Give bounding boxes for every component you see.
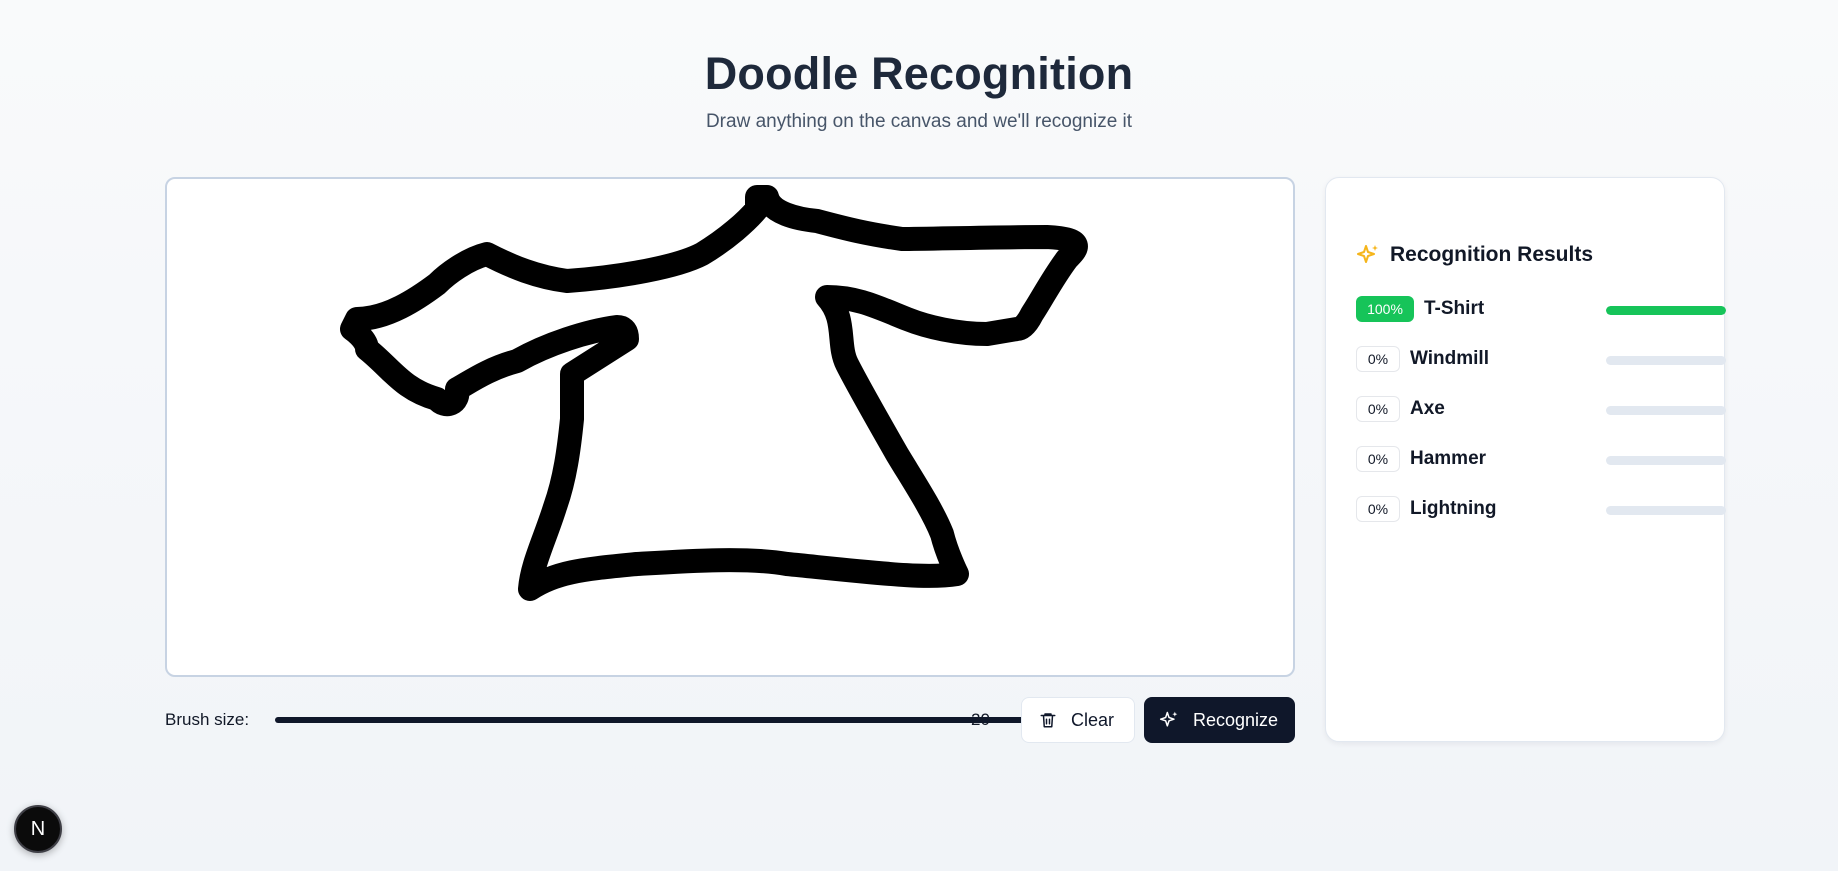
result-row: 100% T-Shirt	[1356, 296, 1726, 324]
sparkles-icon	[1159, 711, 1178, 727]
doodle-drawing	[340, 185, 1088, 601]
doodle-stroke	[340, 185, 1088, 601]
slider-track	[275, 717, 1117, 723]
trash-icon	[1040, 713, 1056, 728]
clear-button[interactable]: Clear	[1021, 697, 1135, 743]
recognition-results-panel: Recognition Results 100% T-Shirt 0% Wind…	[1325, 177, 1726, 742]
result-confidence-fill	[1606, 306, 1726, 315]
result-percent-badge: 0%	[1356, 396, 1400, 422]
brush-size-slider[interactable]	[275, 710, 1127, 730]
result-confidence-bar	[1606, 306, 1726, 315]
result-row: 0% Lightning	[1356, 496, 1726, 524]
result-label: Windmill	[1410, 348, 1489, 369]
result-percent-badge: 0%	[1356, 346, 1400, 372]
canvas-controls: Brush size: 20 Clear Recognize	[165, 697, 1295, 743]
result-percent-badge: 0%	[1356, 446, 1400, 472]
result-row: 0% Hammer	[1356, 446, 1726, 474]
result-row: 0% Windmill	[1356, 346, 1726, 374]
result-row: 0% Axe	[1356, 396, 1726, 424]
page-title: Doodle Recognition	[704, 48, 1134, 99]
brush-size-label: Brush size:	[165, 710, 250, 729]
result-label: Axe	[1410, 398, 1445, 419]
result-percent-badge: 0%	[1356, 496, 1400, 522]
sparkles-icon	[1357, 245, 1378, 263]
result-confidence-bar	[1606, 406, 1726, 415]
result-label: T-Shirt	[1424, 298, 1485, 319]
results-header: Recognition Results	[1356, 243, 1593, 267]
result-label: Lightning	[1410, 498, 1497, 519]
result-confidence-bar	[1606, 506, 1726, 515]
page-subtitle: Draw anything on the canvas and we'll re…	[705, 111, 1133, 132]
result-percent-badge: 100%	[1356, 296, 1414, 322]
recognize-button[interactable]: Recognize	[1144, 697, 1295, 743]
drawing-canvas[interactable]	[165, 177, 1295, 677]
results-title: Recognition Results	[1390, 243, 1594, 266]
next-dev-badge[interactable]: N	[14, 805, 62, 853]
brush-size-value: 20	[971, 710, 990, 729]
clear-button-label: Clear	[1071, 709, 1115, 730]
recognize-button-label: Recognize	[1193, 709, 1279, 730]
result-confidence-bar	[1606, 356, 1726, 365]
page: Doodle Recognition Draw anything on the …	[0, 0, 1838, 871]
result-label: Hammer	[1410, 448, 1487, 469]
result-confidence-bar	[1606, 456, 1726, 465]
